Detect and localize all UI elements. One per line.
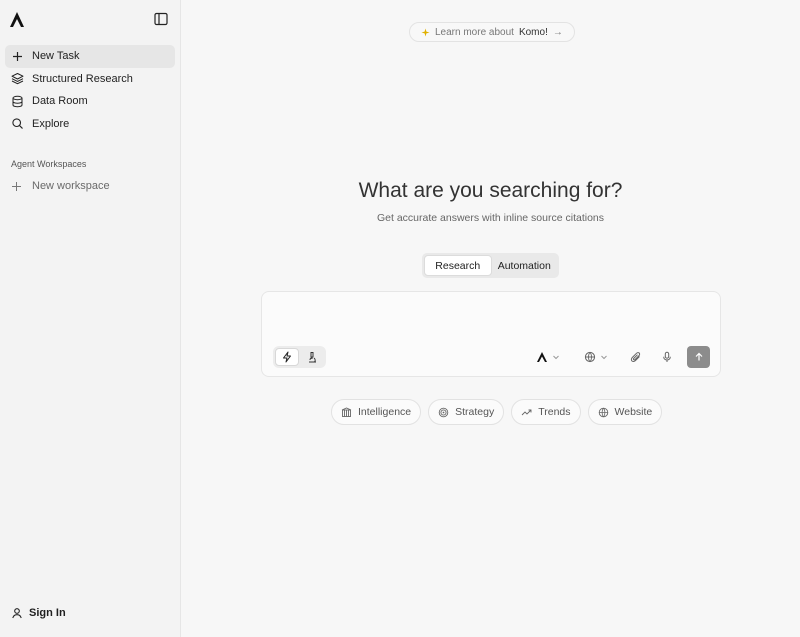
learn-more-link[interactable]: Learn more about Komo! → — [409, 22, 575, 42]
nav-new-task[interactable]: New Task — [5, 45, 175, 68]
sidebar-header — [0, 0, 180, 40]
learn-more-text: Learn more about — [435, 26, 514, 38]
nav-data-room[interactable]: Data Room — [5, 90, 175, 113]
paperclip-icon — [630, 352, 641, 362]
model-selector[interactable] — [528, 346, 568, 368]
agent-workspaces-title: Agent Workspaces — [11, 159, 87, 169]
sidebar: New Task Structured Research Data Room E… — [0, 0, 181, 637]
layers-icon — [11, 73, 24, 85]
new-workspace-button[interactable]: New workspace — [11, 180, 110, 192]
chip-intelligence[interactable]: Intelligence — [331, 399, 422, 425]
tab-automation[interactable]: Automation — [492, 255, 558, 276]
deep-research-button[interactable] — [301, 348, 324, 366]
voice-input-button[interactable] — [653, 346, 681, 368]
main-content: Learn more about Komo! → What are you se… — [181, 0, 800, 637]
page-subtitle: Get accurate answers with inline source … — [376, 212, 605, 224]
database-icon — [12, 95, 23, 107]
tab-research[interactable]: Research — [424, 255, 492, 276]
nav-label: Data Room — [32, 95, 88, 108]
suggestion-chips: Intelligence Strategy Trends Website — [331, 399, 663, 425]
plus-icon — [12, 181, 21, 191]
learn-more-brand: Komo! — [518, 26, 548, 38]
building-icon — [341, 407, 352, 417]
arrow-up-icon — [695, 352, 702, 361]
sign-in-button[interactable]: Sign In — [11, 607, 66, 619]
microphone-icon — [663, 351, 671, 362]
nav-label: Structured Research — [32, 72, 133, 85]
globe-icon — [598, 407, 608, 417]
plus-icon — [13, 51, 22, 61]
chip-label: Trends — [538, 406, 571, 418]
lightning-icon — [282, 351, 291, 363]
chip-label: Website — [614, 406, 653, 418]
quick-mode-button[interactable] — [275, 348, 299, 366]
trending-up-icon — [521, 409, 532, 415]
chevron-down-icon — [601, 355, 607, 360]
web-search-selector[interactable] — [574, 346, 618, 368]
nav-label: Explore — [32, 117, 70, 130]
mode-toggle: Research Automation — [422, 253, 559, 278]
target-icon — [438, 407, 449, 417]
attach-button[interactable] — [622, 346, 650, 368]
nav-structured-research[interactable]: Structured Research — [5, 68, 175, 91]
chip-strategy[interactable]: Strategy — [428, 399, 505, 425]
nav-explore[interactable]: Explore — [5, 113, 175, 136]
chevron-down-icon — [553, 355, 559, 360]
search-mode-tools — [273, 346, 326, 368]
search-actions — [528, 346, 710, 368]
sign-in-label: Sign In — [29, 607, 66, 619]
chip-label: Strategy — [455, 406, 495, 418]
chip-label: Intelligence — [358, 406, 412, 418]
search-box — [261, 291, 721, 377]
komo-logo-icon — [537, 352, 547, 362]
microscope-icon — [309, 352, 317, 363]
send-button[interactable] — [687, 346, 710, 368]
arrow-right-icon: → — [552, 26, 563, 38]
chip-trends[interactable]: Trends — [511, 399, 581, 425]
user-icon — [12, 608, 22, 619]
chip-website[interactable]: Website — [587, 399, 663, 425]
nav-label: New Task — [32, 50, 80, 63]
search-icon — [12, 118, 23, 130]
komo-logo-icon[interactable] — [8, 11, 26, 29]
sidebar-nav: New Task Structured Research Data Room E… — [5, 45, 175, 135]
sidebar-toggle-icon[interactable] — [154, 12, 168, 26]
page-title: What are you searching for? — [358, 179, 623, 202]
globe-icon — [584, 351, 596, 363]
new-workspace-label: New workspace — [32, 180, 110, 192]
sparkle-icon — [421, 27, 430, 37]
search-input[interactable] — [274, 302, 710, 332]
